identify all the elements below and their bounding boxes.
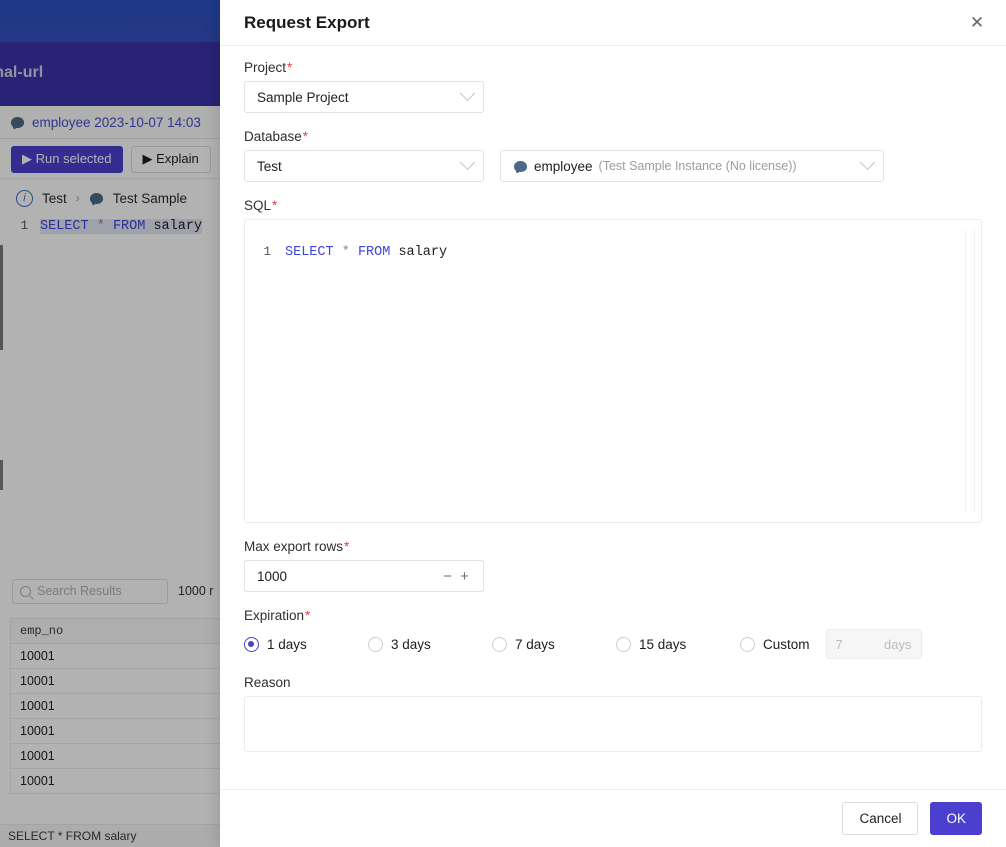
project-select[interactable]: Sample Project (244, 81, 484, 113)
database-label: Database* (244, 129, 982, 144)
dialog-footer: Cancel OK (220, 789, 1006, 847)
reason-label: Reason (244, 675, 982, 690)
database-label-text: Database (244, 129, 302, 144)
custom-days-placeholder: 7 (835, 636, 843, 652)
reason-field-group: Reason (244, 675, 982, 752)
database-name: employee (534, 158, 593, 174)
page-title: Request Export (244, 12, 370, 32)
sql-editor-scrollbar[interactable] (965, 230, 975, 512)
database-instance-detail: (Test Sample Instance (No license)) (598, 159, 797, 173)
required-asterisk: * (287, 60, 293, 75)
radio-7-days[interactable]: 7 days (492, 636, 616, 652)
database-select[interactable]: employee (Test Sample Instance (No licen… (500, 150, 884, 182)
expiration-label: Expiration* (244, 608, 982, 623)
reason-textarea[interactable] (244, 696, 982, 752)
plus-icon[interactable]: + (456, 568, 473, 585)
radio-label: Custom (763, 636, 810, 652)
chevron-down-icon (459, 84, 476, 101)
required-asterisk: * (344, 539, 350, 554)
sql-keyword-select: SELECT (285, 245, 334, 260)
sql-label: SQL* (244, 198, 982, 213)
sql-editor-line: 1 SELECT * FROM salary (245, 220, 981, 260)
radio-indicator (492, 636, 507, 652)
max-rows-field-group: Max export rows* 1000 − + (244, 539, 982, 592)
environment-select[interactable]: Test (244, 150, 484, 182)
sql-keyword-from: FROM (357, 245, 391, 260)
required-asterisk: * (305, 608, 311, 623)
chevron-down-icon (859, 153, 876, 170)
sql-label-text: SQL (244, 198, 272, 213)
reason-label-text: Reason (244, 675, 291, 690)
radio-indicator (616, 636, 631, 652)
radio-label: 7 days (515, 636, 555, 652)
expiration-radio-group: 1 days 3 days 7 days 15 days Custom 7 da… (244, 629, 982, 659)
chevron-down-icon (459, 153, 476, 170)
cancel-button[interactable]: Cancel (842, 802, 919, 835)
expiration-field-group: Expiration* 1 days 3 days 7 days 15 days… (244, 608, 982, 659)
radio-1-days[interactable]: 1 days (244, 636, 368, 652)
radio-label: 15 days (639, 636, 687, 652)
radio-label: 3 days (391, 636, 431, 652)
max-rows-label: Max export rows* (244, 539, 982, 554)
sql-line-number: 1 (263, 245, 271, 259)
custom-days-suffix: days (884, 636, 912, 652)
sql-editor[interactable]: 1 SELECT * FROM salary (244, 219, 982, 523)
close-icon[interactable]: ✕ (966, 12, 988, 34)
sql-star: * (341, 245, 350, 260)
postgres-elephant-icon (513, 159, 528, 174)
radio-indicator (740, 636, 755, 652)
sql-table-name: salary (398, 245, 448, 260)
project-field-group: Project* Sample Project (244, 60, 982, 113)
project-label-text: Project (244, 60, 287, 75)
radio-indicator (368, 636, 383, 652)
radio-indicator (244, 636, 259, 652)
required-asterisk: * (302, 129, 309, 144)
sql-field-group: SQL* 1 SELECT * FROM salary (244, 198, 982, 523)
expiration-label-text: Expiration (244, 608, 305, 623)
request-export-dialog: Request Export ✕ Project* Sample Project… (220, 0, 1006, 847)
database-select-value: employee (Test Sample Instance (No licen… (513, 159, 862, 174)
radio-label: 1 days (267, 636, 307, 652)
project-label: Project* (244, 60, 982, 75)
minus-icon[interactable]: − (439, 568, 456, 585)
custom-days-input[interactable]: 7 days (825, 629, 922, 659)
database-row: Test employee (Test Sample Instance (No … (244, 150, 982, 182)
max-rows-stepper[interactable]: 1000 − + (244, 560, 484, 592)
ok-button[interactable]: OK (930, 802, 982, 835)
required-asterisk: * (272, 198, 278, 213)
max-rows-label-text: Max export rows (244, 539, 344, 554)
project-select-value: Sample Project (257, 89, 349, 105)
dialog-header: Request Export ✕ (220, 0, 1006, 46)
dialog-body: Project* Sample Project Database* Test e… (220, 46, 1006, 789)
environment-select-value: Test (257, 158, 282, 174)
radio-15-days[interactable]: 15 days (616, 636, 740, 652)
max-rows-value[interactable]: 1000 (257, 569, 439, 584)
radio-3-days[interactable]: 3 days (368, 636, 492, 652)
database-field-group: Database* Test employee (Test Sample Ins… (244, 129, 982, 182)
radio-custom[interactable]: Custom (740, 636, 810, 652)
